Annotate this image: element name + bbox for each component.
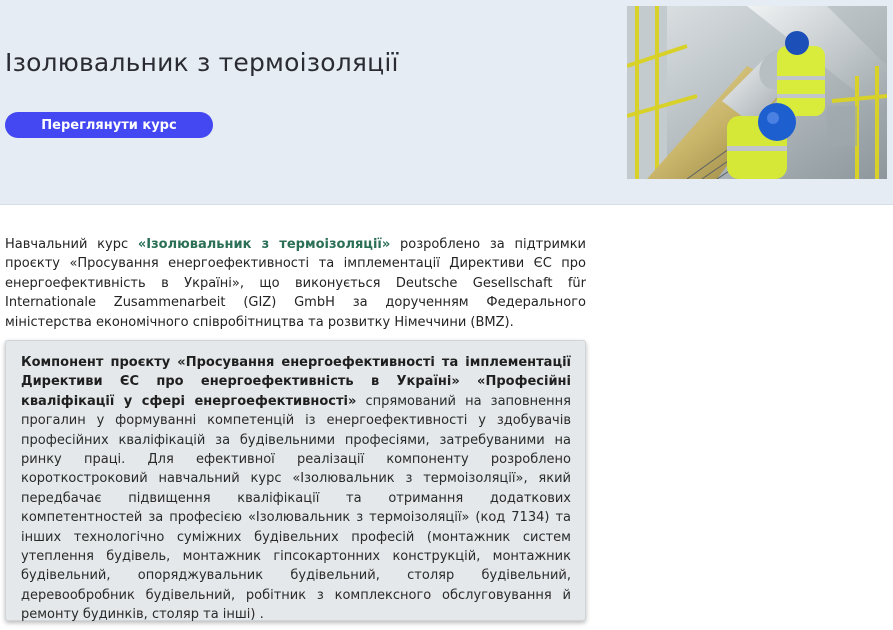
note-text: спрямований на заповнення прогалин у фор…: [21, 393, 571, 623]
view-course-button[interactable]: Переглянути курс: [5, 112, 213, 138]
course-name-highlight: «Ізолювальник з термоізоляції»: [137, 237, 391, 252]
course-intro: Навчальний курс «Ізолювальник з термоізо…: [5, 235, 586, 332]
intro-text-start: Навчальний курс: [5, 237, 138, 252]
note-paragraph: Компонент проєкту «Просування енергоефек…: [21, 353, 571, 625]
hero-image: [627, 6, 887, 179]
course-hero: Ізолювальник з термоізоляції Переглянути…: [0, 0, 893, 205]
page-title: Ізолювальник з термоізоляції: [5, 48, 399, 77]
pipe-insulation-workers-photo: [627, 6, 887, 179]
project-component-note: Компонент проєкту «Просування енергоефек…: [5, 340, 586, 622]
